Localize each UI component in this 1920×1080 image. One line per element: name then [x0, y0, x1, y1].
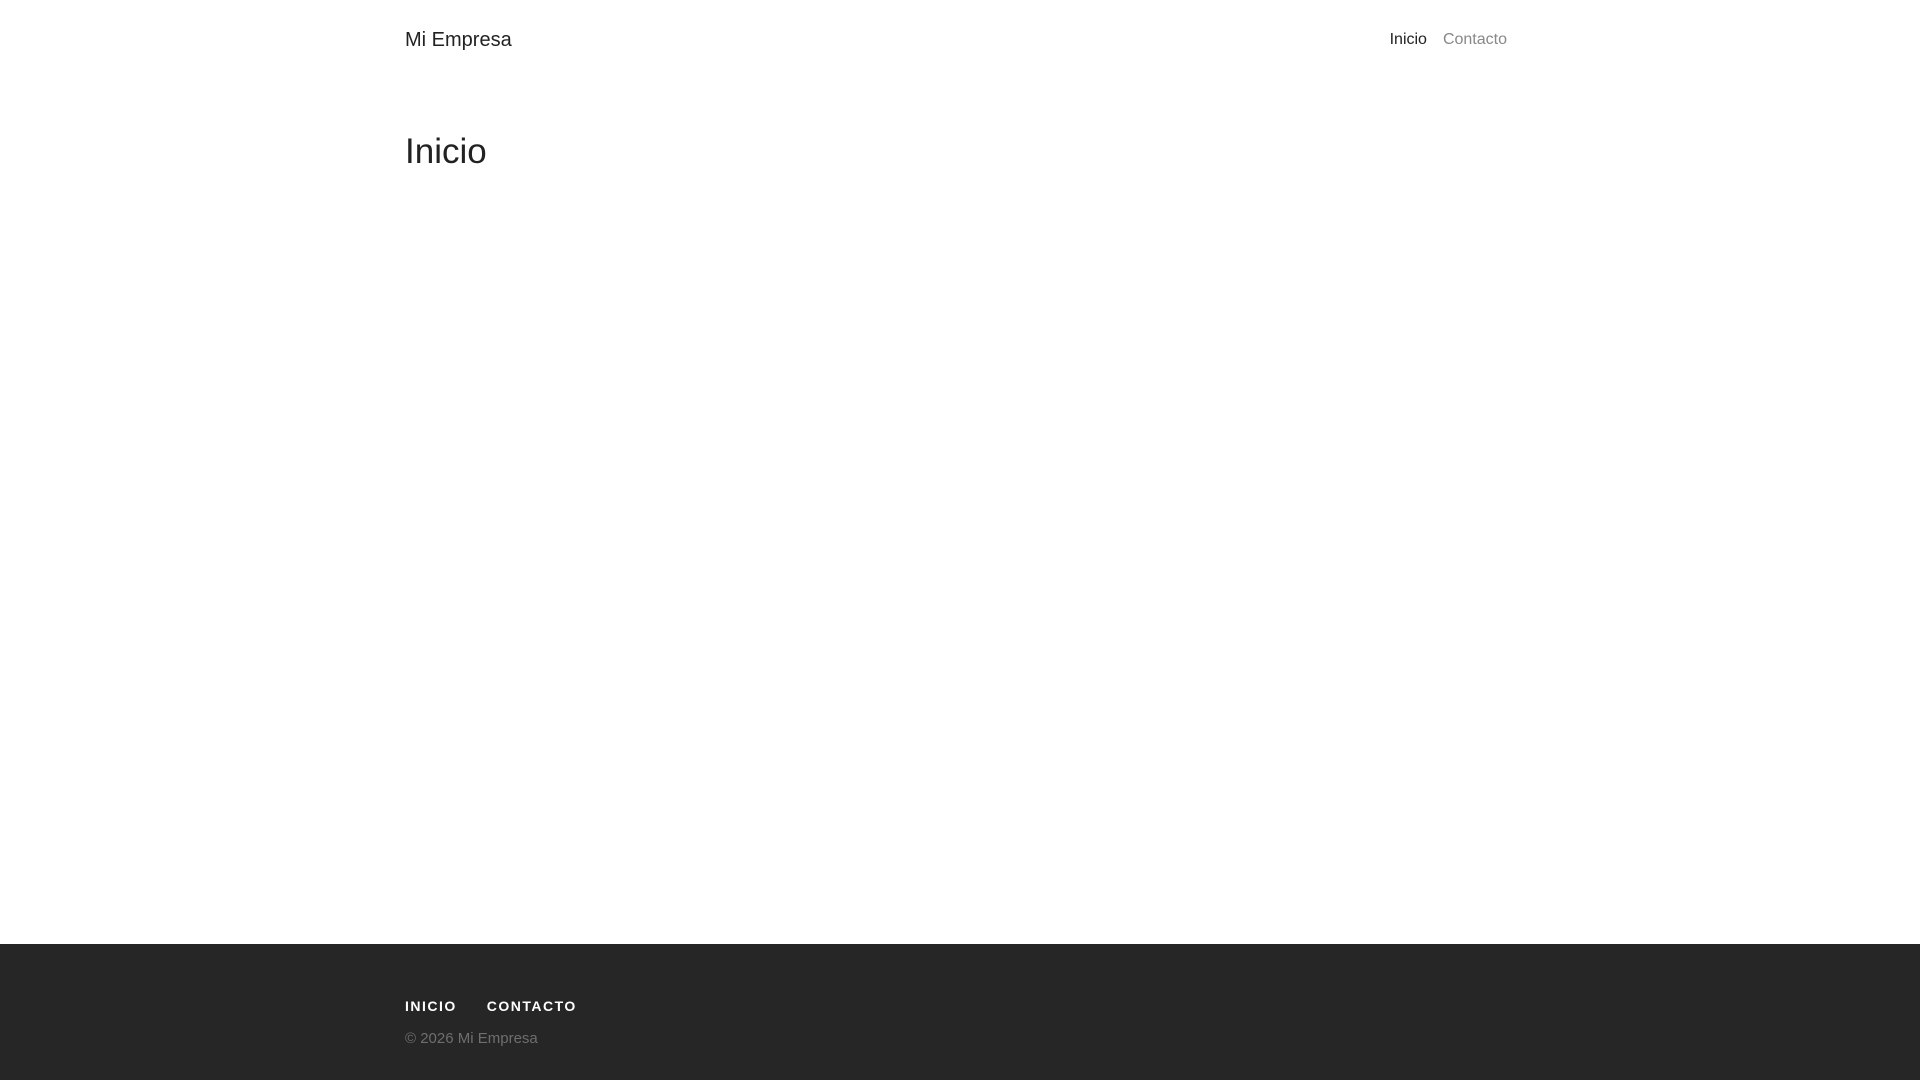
footer-nav: INICIO CONTACTO	[405, 997, 577, 1015]
nav-item-inicio[interactable]: Inicio	[1390, 30, 1427, 50]
main-nav: Inicio Contacto	[1390, 30, 1507, 50]
page-title: Inicio	[405, 132, 487, 171]
site-header: Mi Empresa Inicio Contacto	[405, 0, 1507, 80]
site-footer: INICIO CONTACTO © 2026 Mi Empresa	[0, 944, 1920, 1080]
nav-item-contacto[interactable]: Contacto	[1443, 30, 1507, 50]
copyright-text: © 2026 Mi Empresa	[405, 1030, 538, 1047]
footer-container: INICIO CONTACTO © 2026 Mi Empresa	[405, 944, 1507, 1080]
footer-nav-inicio[interactable]: INICIO	[405, 997, 457, 1015]
brand-link[interactable]: Mi Empresa	[405, 28, 512, 52]
footer-nav-contacto[interactable]: CONTACTO	[487, 997, 577, 1015]
main-content: Inicio	[405, 128, 1507, 176]
